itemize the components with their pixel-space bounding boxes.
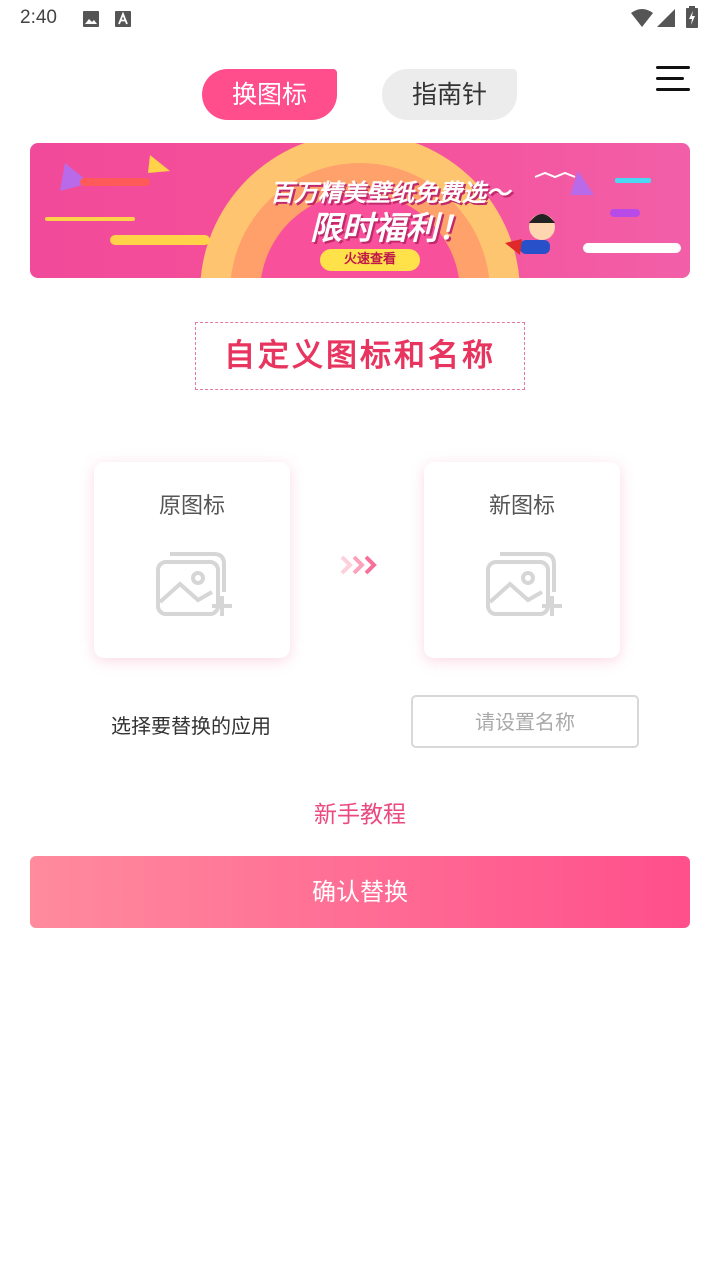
promo-banner[interactable]: 百万精美壁纸免费选～ 限时福利！ 火速查看: [30, 143, 690, 278]
menu-button[interactable]: [656, 66, 692, 94]
banner-cta-button[interactable]: 火速查看: [320, 249, 420, 271]
new-icon-label: 新图标: [488, 494, 555, 519]
original-icon-label: 原图标: [158, 494, 225, 519]
tab-change-icon[interactable]: 换图标: [202, 69, 337, 120]
original-icon-card[interactable]: 原图标: [94, 462, 290, 658]
image-icon: [83, 11, 99, 27]
new-icon-card[interactable]: 新图标: [424, 462, 620, 658]
confirm-replace-button[interactable]: 确认替换: [30, 856, 690, 928]
font-a-icon: [115, 11, 131, 27]
wifi-icon: [631, 9, 653, 27]
tutorial-link[interactable]: 新手教程: [0, 795, 720, 829]
tab-compass[interactable]: 指南针: [382, 69, 517, 120]
name-input[interactable]: [411, 695, 639, 748]
add-image-icon: [156, 552, 232, 616]
section-title: 自定义图标和名称: [195, 322, 525, 390]
select-app-label[interactable]: 选择要替换的应用: [111, 710, 271, 739]
status-bar: 2:40: [0, 0, 720, 40]
status-time: 2:40: [20, 7, 57, 28]
signal-icon: [657, 9, 675, 27]
battery-charging-icon: [686, 6, 698, 28]
page: 2:40 换图标 指南针 百万精美壁纸免费选～ 限时福利！ 火速查看 自定义图标…: [0, 0, 720, 1280]
chevron-right-arrows-icon: [340, 555, 377, 575]
add-image-icon: [486, 552, 562, 616]
banner-subheadline: 限时福利！: [309, 209, 470, 247]
